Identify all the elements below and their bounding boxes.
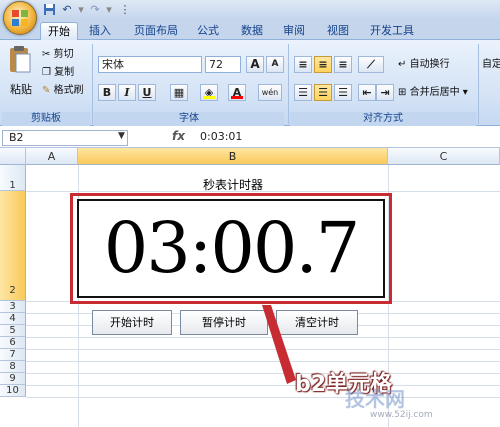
annotation-arrow bbox=[262, 305, 296, 384]
watermark-url: www.52ij.com bbox=[370, 410, 433, 420]
watermark-text: 技术网 bbox=[345, 387, 405, 411]
office-logo-icon bbox=[12, 10, 28, 26]
office-button[interactable] bbox=[3, 1, 37, 35]
